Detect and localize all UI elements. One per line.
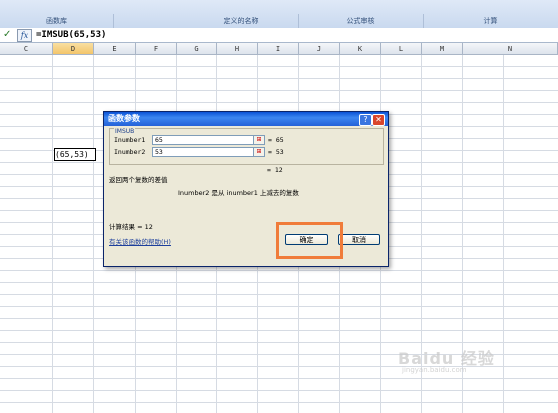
inumber2-input[interactable]: 53 (152, 147, 254, 157)
close-icon[interactable]: ✕ (372, 114, 385, 126)
arguments-fieldset: IMSUB Inumber1 65 ⊞ = 65 Inumber2 53 ⊞ =… (109, 128, 384, 165)
fx-icon[interactable]: fx (17, 29, 32, 42)
dialog-title-bar[interactable]: 函数参数 (104, 112, 388, 126)
column-header-l[interactable]: L (381, 43, 422, 55)
help-icon[interactable]: ? (359, 114, 372, 126)
inumber1-input[interactable]: 65 (152, 135, 254, 145)
calc-result: 计算结果 = 12 (109, 223, 153, 231)
ribbon-group-defined-names[interactable]: 定义的名称 (184, 14, 299, 28)
ok-button-highlight (276, 222, 343, 259)
checkmark-icon[interactable]: ✓ (3, 28, 15, 42)
ribbon-group-formula-auditing[interactable]: 公式审核 (298, 14, 424, 28)
column-header-i[interactable]: I (258, 43, 299, 55)
function-description: 返回两个复数的差值 (109, 176, 168, 184)
formula-bar: ✓ fx =IMSUB(65,53) (0, 28, 558, 43)
arg-result-inumber1: = 65 (268, 136, 284, 144)
column-header-j[interactable]: J (299, 43, 340, 55)
watermark-sub: jingyan.baidu.com (402, 366, 467, 374)
arg-label-inumber1: Inumber1 (114, 136, 146, 144)
column-header-c[interactable]: C (0, 43, 53, 55)
active-cell[interactable]: (65,53) (54, 148, 96, 161)
argument-description: Inumber2 是从 inumber1 上减去的复数 (178, 189, 299, 197)
column-header-d[interactable]: D (53, 43, 94, 55)
column-header-m[interactable]: M (422, 43, 463, 55)
arg-result-inumber2: = 53 (268, 148, 284, 156)
arg-label-inumber2: Inumber2 (114, 148, 146, 156)
cancel-button[interactable]: 取消 (338, 234, 380, 245)
help-link[interactable]: 有关该函数的帮助(H) (109, 236, 171, 246)
ribbon-group-function-library[interactable]: 函数库 (0, 14, 114, 28)
column-header-h[interactable]: H (217, 43, 258, 55)
overall-result: = 12 (267, 166, 283, 174)
function-arguments-dialog: 函数参数 ? ✕ IMSUB Inumber1 65 ⊞ = 65 Inumbe… (103, 111, 389, 267)
ribbon: 函数库 定义的名称 公式审核 计算 (0, 0, 558, 29)
collapse-ref-icon[interactable]: ⊞ (253, 147, 265, 157)
column-header-g[interactable]: G (177, 43, 217, 55)
dialog-title: 函数参数 (108, 114, 140, 123)
collapse-ref-icon[interactable]: ⊞ (253, 135, 265, 145)
ribbon-group-calculation[interactable]: 计算 (423, 14, 558, 28)
function-name: IMSUB (114, 128, 136, 135)
column-header-n[interactable]: N (463, 43, 558, 55)
column-header-e[interactable]: E (94, 43, 136, 55)
column-header-f[interactable]: F (136, 43, 177, 55)
formula-input[interactable]: =IMSUB(65,53) (36, 28, 106, 42)
column-header-k[interactable]: K (340, 43, 381, 55)
